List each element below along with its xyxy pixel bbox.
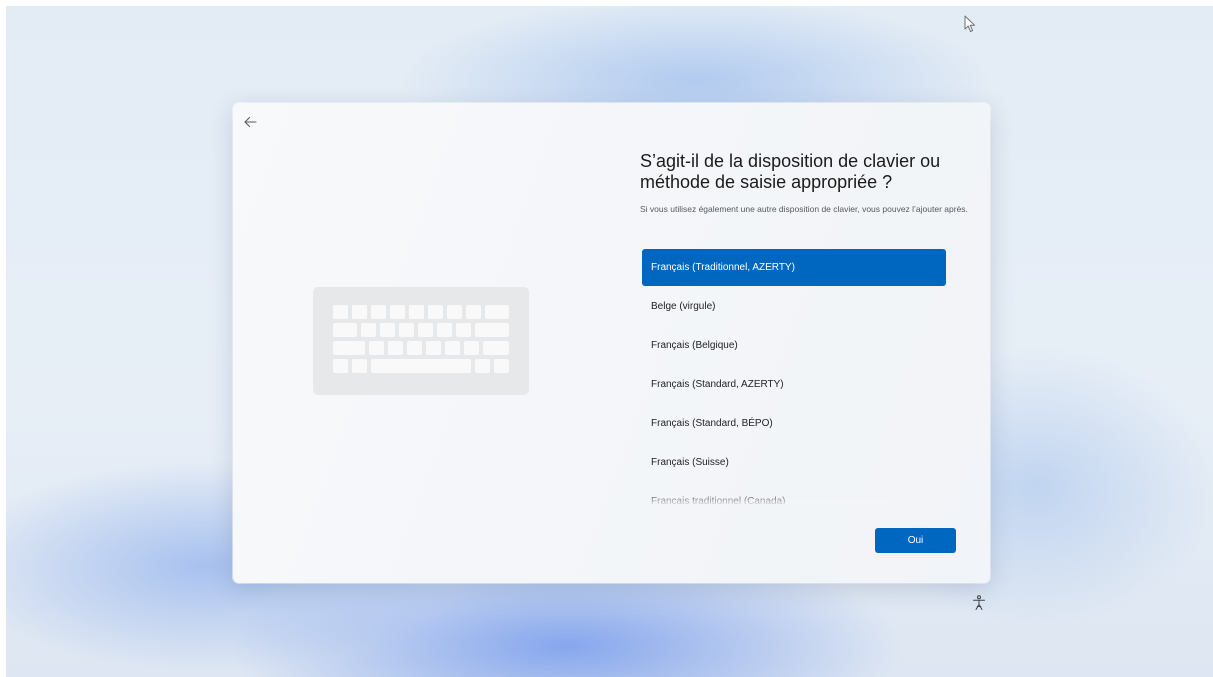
oui-button[interactable]: Oui xyxy=(875,528,956,553)
layout-option[interactable]: Français (Suisse) xyxy=(642,444,946,481)
layout-option[interactable]: Français (Belgique) xyxy=(642,327,946,364)
setup-dialog: S’agit-il de la disposition de clavier o… xyxy=(233,103,990,583)
layout-option[interactable]: Français (Traditionnel, AZERTY) xyxy=(642,249,946,286)
layout-option[interactable]: Belge (virgule) xyxy=(642,288,946,325)
keyboard-layout-list[interactable]: Français (Traditionnel, AZERTY) Belge (vi… xyxy=(642,249,946,504)
mouse-pointer-icon xyxy=(964,15,976,32)
back-button[interactable] xyxy=(240,111,262,133)
arrow-left-icon xyxy=(244,116,257,128)
keyboard-icon xyxy=(313,287,529,395)
page-title: S’agit-il de la disposition de clavier o… xyxy=(640,151,941,192)
accessibility-icon[interactable] xyxy=(972,595,986,611)
layout-option[interactable]: Français (Standard, AZERTY) xyxy=(642,366,946,403)
page-subtitle: Si vous utilisez également une autre dis… xyxy=(640,204,968,214)
setup-content: S’agit-il de la disposition de clavier o… xyxy=(640,103,970,583)
layout-option[interactable]: Français (Standard, BÉPO) xyxy=(642,405,946,442)
layout-option[interactable]: Français traditionnel (Canada) xyxy=(642,483,946,504)
desktop-background: S’agit-il de la disposition de clavier o… xyxy=(6,6,1213,677)
